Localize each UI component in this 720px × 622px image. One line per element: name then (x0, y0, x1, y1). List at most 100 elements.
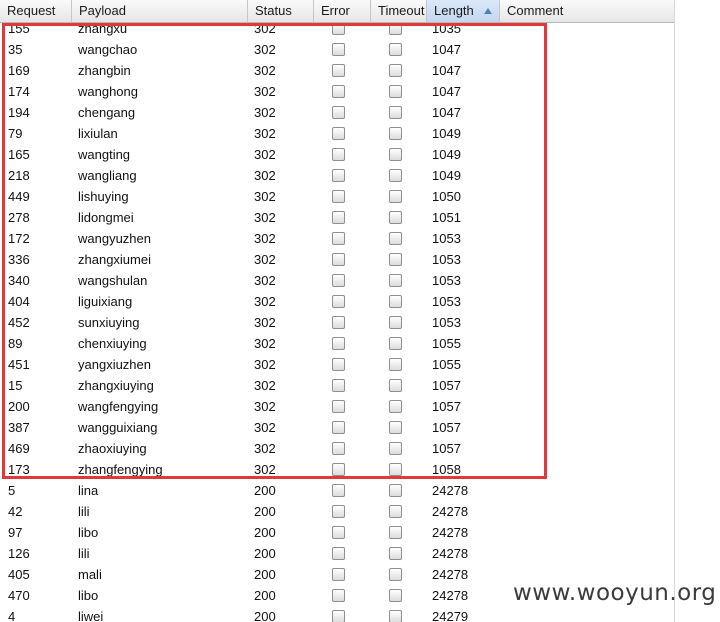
error-checkbox[interactable] (332, 337, 345, 350)
error-checkbox[interactable] (332, 400, 345, 413)
timeout-checkbox[interactable] (389, 610, 402, 622)
error-checkbox[interactable] (332, 442, 345, 455)
error-checkbox[interactable] (332, 505, 345, 518)
column-header-request[interactable]: Request (0, 0, 72, 22)
error-checkbox[interactable] (332, 22, 345, 35)
error-checkbox[interactable] (332, 526, 345, 539)
timeout-checkbox[interactable] (389, 463, 402, 476)
table-row[interactable]: 169 zhangbin 302 1047 (0, 60, 674, 81)
table-row[interactable]: 79 lixiulan 302 1049 (0, 123, 674, 144)
table-row[interactable]: 173 zhangfengying 302 1058 (0, 459, 674, 480)
table-row[interactable]: 89 chenxiuying 302 1055 (0, 333, 674, 354)
timeout-checkbox[interactable] (389, 106, 402, 119)
timeout-checkbox[interactable] (389, 22, 402, 35)
column-header-length[interactable]: Length (427, 0, 500, 22)
error-checkbox[interactable] (332, 127, 345, 140)
error-checkbox[interactable] (332, 232, 345, 245)
timeout-checkbox[interactable] (389, 127, 402, 140)
table-row[interactable]: 452 sunxiuying 302 1053 (0, 312, 674, 333)
cell-error (314, 505, 371, 518)
error-checkbox[interactable] (332, 358, 345, 371)
error-checkbox[interactable] (332, 295, 345, 308)
error-checkbox[interactable] (332, 421, 345, 434)
table-row[interactable]: 387 wangguixiang 302 1057 (0, 417, 674, 438)
timeout-checkbox[interactable] (389, 43, 402, 56)
table-row[interactable]: 340 wangshulan 302 1053 (0, 270, 674, 291)
table-row[interactable]: 126 lili 200 24278 (0, 543, 674, 564)
error-checkbox[interactable] (332, 85, 345, 98)
column-header-payload[interactable]: Payload (72, 0, 248, 22)
cell-request: 35 (8, 42, 23, 57)
timeout-checkbox[interactable] (389, 547, 402, 560)
timeout-checkbox[interactable] (389, 358, 402, 371)
table-row[interactable]: 5 lina 200 24278 (0, 480, 674, 501)
cell-timeout (371, 274, 427, 287)
table-row[interactable]: 336 zhangxiumei 302 1053 (0, 249, 674, 270)
table-row[interactable]: 165 wangting 302 1049 (0, 144, 674, 165)
timeout-checkbox[interactable] (389, 253, 402, 266)
table-row[interactable]: 451 yangxiuzhen 302 1055 (0, 354, 674, 375)
table-row[interactable]: 172 wangyuzhen 302 1053 (0, 228, 674, 249)
timeout-checkbox[interactable] (389, 190, 402, 203)
error-checkbox[interactable] (332, 568, 345, 581)
column-header-status[interactable]: Status (248, 0, 314, 22)
error-checkbox[interactable] (332, 211, 345, 224)
cell-payload: libo (78, 588, 99, 603)
table-row[interactable]: 97 libo 200 24278 (0, 522, 674, 543)
cell-payload: liguixiang (78, 294, 133, 309)
column-header-comment[interactable]: Comment (500, 0, 674, 22)
cell-timeout (371, 568, 427, 581)
table-row[interactable]: 194 chengang 302 1047 (0, 102, 674, 123)
error-checkbox[interactable] (332, 484, 345, 497)
timeout-checkbox[interactable] (389, 589, 402, 602)
error-checkbox[interactable] (332, 274, 345, 287)
timeout-checkbox[interactable] (389, 64, 402, 77)
error-checkbox[interactable] (332, 547, 345, 560)
table-row[interactable]: 4 liwei 200 24279 (0, 606, 674, 622)
column-header-timeout[interactable]: Timeout (371, 0, 427, 22)
error-checkbox[interactable] (332, 169, 345, 182)
timeout-checkbox[interactable] (389, 337, 402, 350)
timeout-checkbox[interactable] (389, 400, 402, 413)
timeout-checkbox[interactable] (389, 148, 402, 161)
cell-length: 1047 (432, 84, 461, 99)
timeout-checkbox[interactable] (389, 484, 402, 497)
table-row[interactable]: 278 lidongmei 302 1051 (0, 207, 674, 228)
timeout-checkbox[interactable] (389, 526, 402, 539)
table-row[interactable]: 42 lili 200 24278 (0, 501, 674, 522)
timeout-checkbox[interactable] (389, 505, 402, 518)
timeout-checkbox[interactable] (389, 442, 402, 455)
table-row[interactable]: 174 wanghong 302 1047 (0, 81, 674, 102)
cell-error (314, 526, 371, 539)
table-row[interactable]: 404 liguixiang 302 1053 (0, 291, 674, 312)
table-row[interactable]: 200 wangfengying 302 1057 (0, 396, 674, 417)
timeout-checkbox[interactable] (389, 316, 402, 329)
error-checkbox[interactable] (332, 610, 345, 622)
timeout-checkbox[interactable] (389, 211, 402, 224)
timeout-checkbox[interactable] (389, 421, 402, 434)
timeout-checkbox[interactable] (389, 379, 402, 392)
error-checkbox[interactable] (332, 106, 345, 119)
timeout-checkbox[interactable] (389, 568, 402, 581)
timeout-checkbox[interactable] (389, 232, 402, 245)
error-checkbox[interactable] (332, 148, 345, 161)
table-row[interactable]: 35 wangchao 302 1047 (0, 39, 674, 60)
error-checkbox[interactable] (332, 43, 345, 56)
timeout-checkbox[interactable] (389, 85, 402, 98)
error-checkbox[interactable] (332, 463, 345, 476)
timeout-checkbox[interactable] (389, 274, 402, 287)
table-row[interactable]: 449 lishuying 302 1050 (0, 186, 674, 207)
error-checkbox[interactable] (332, 253, 345, 266)
error-checkbox[interactable] (332, 379, 345, 392)
table-row[interactable]: 15 zhangxiuying 302 1057 (0, 375, 674, 396)
table-row[interactable]: 218 wangliang 302 1049 (0, 165, 674, 186)
table-row[interactable]: 469 zhaoxiuying 302 1057 (0, 438, 674, 459)
error-checkbox[interactable] (332, 316, 345, 329)
cell-request: 155 (8, 21, 30, 36)
error-checkbox[interactable] (332, 589, 345, 602)
error-checkbox[interactable] (332, 190, 345, 203)
error-checkbox[interactable] (332, 64, 345, 77)
timeout-checkbox[interactable] (389, 295, 402, 308)
column-header-error[interactable]: Error (314, 0, 371, 22)
timeout-checkbox[interactable] (389, 169, 402, 182)
